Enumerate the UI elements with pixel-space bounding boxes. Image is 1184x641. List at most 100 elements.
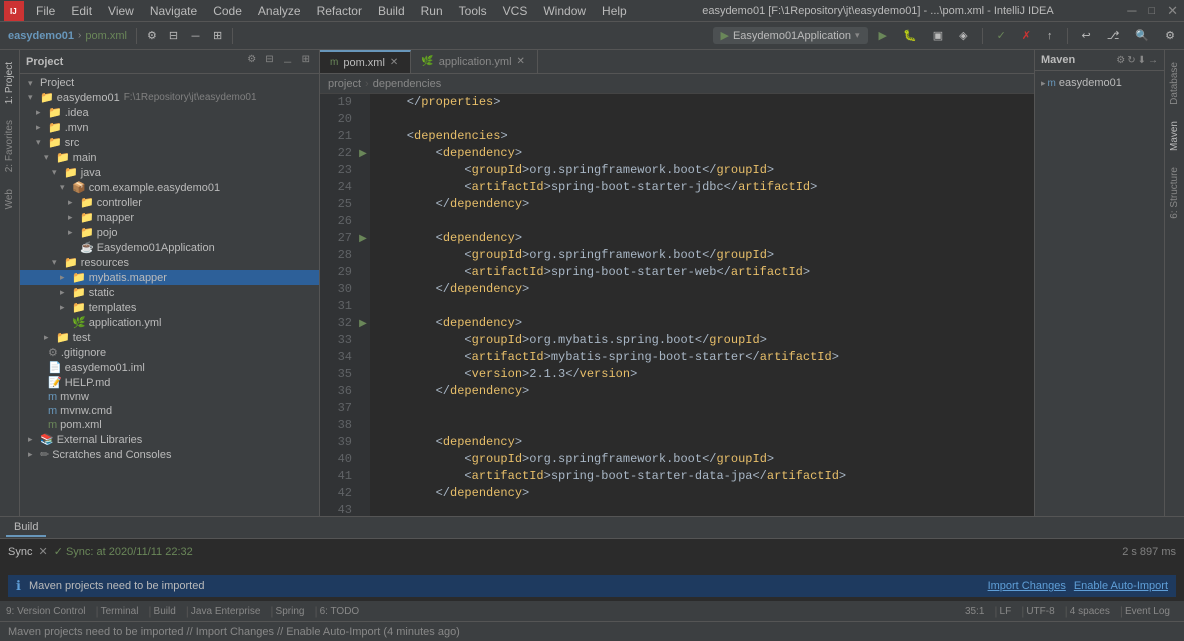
breadcrumb-project[interactable]: project <box>328 78 361 90</box>
menu-view[interactable]: View <box>100 2 142 20</box>
tree-helpmd[interactable]: 📝 HELP.md <box>20 375 319 390</box>
tree-pomxml[interactable]: m pom.xml <box>20 418 319 432</box>
tab-structure[interactable]: 6: Structure <box>1166 159 1183 227</box>
debug-btn[interactable]: 🐛 <box>898 27 922 44</box>
enable-auto-import-btn[interactable]: Enable Auto-Import <box>1074 580 1168 592</box>
maven-header: Maven ⚙ ↻ ⬇ → <box>1035 50 1164 71</box>
sync-close-btn[interactable]: ✕ <box>38 545 47 558</box>
menu-run[interactable]: Run <box>413 2 451 20</box>
maven-easydemo01[interactable]: ▸ m easydemo01 <box>1035 75 1164 91</box>
maven-gear-btn[interactable]: ⚙ <box>1116 55 1125 66</box>
tree-easydemo01-root[interactable]: ▾ 📁 easydemo01 F:\1Repository\jt\easydem… <box>20 90 319 105</box>
tree-templates[interactable]: ▸ 📁 templates <box>20 300 319 315</box>
gear-btn[interactable]: ⚙ <box>142 27 162 44</box>
tab-web[interactable]: Web <box>1 181 18 217</box>
tree-main[interactable]: ▾ 📁 main <box>20 150 319 165</box>
tree-resources[interactable]: ▾ 📁 resources <box>20 255 319 270</box>
tree-idea[interactable]: ▸ 📁 .idea <box>20 105 319 120</box>
tab-database[interactable]: Database <box>1166 54 1183 113</box>
settings-btn[interactable]: ⚙ <box>1160 27 1180 44</box>
expand-btn[interactable]: ⊞ <box>208 27 227 44</box>
menu-tools[interactable]: Tools <box>451 2 495 20</box>
split-btn[interactable]: ⊟ <box>164 27 183 44</box>
tree-mapper[interactable]: ▸ 📁 mapper <box>20 210 319 225</box>
code-editor[interactable]: 19 20 21 22 23 24 25 26 27 28 29 30 31 3… <box>320 94 1034 516</box>
git-btn[interactable]: ⎇ <box>1102 27 1125 44</box>
tab-maven[interactable]: Maven <box>1166 113 1183 159</box>
tree-scratches[interactable]: ▸ ✏ Scratches and Consoles <box>20 447 319 462</box>
status-build[interactable]: Build <box>154 606 176 617</box>
pom-label[interactable]: pom.xml <box>85 30 127 42</box>
status-todo[interactable]: 6: TODO <box>320 606 360 617</box>
menu-code[interactable]: Code <box>205 2 250 20</box>
maven-arrow-btn[interactable]: → <box>1148 55 1158 66</box>
tree-controller[interactable]: ▸ 📁 controller <box>20 195 319 210</box>
event-log-btn[interactable]: Event Log <box>1125 606 1170 617</box>
tree-pojo[interactable]: ▸ 📁 pojo <box>20 225 319 240</box>
status-encoding[interactable]: UTF-8 <box>1026 606 1054 617</box>
tree-src[interactable]: ▾ 📁 src <box>20 135 319 150</box>
java-label: java <box>81 167 101 179</box>
minus-btn[interactable]: － <box>185 26 206 46</box>
tree-java[interactable]: ▾ 📁 java <box>20 165 319 180</box>
menu-analyze[interactable]: Analyze <box>250 2 309 20</box>
proj-gear-btn[interactable]: ⚙ <box>244 53 259 70</box>
tree-mvn[interactable]: ▸ 📁 .mvn <box>20 120 319 135</box>
tree-iml[interactable]: 📄 easydemo01.iml <box>20 360 319 375</box>
maven-sync-btn[interactable]: ↻ <box>1127 55 1135 66</box>
profile-btn[interactable]: ◈ <box>954 27 972 44</box>
run-config-selector[interactable]: ▶ Easydemo01Application ▾ <box>713 27 868 44</box>
code-content[interactable]: </properties> <dependencies> <dependency… <box>370 94 1034 516</box>
tab-project[interactable]: 1: Project <box>1 54 18 112</box>
menu-build[interactable]: Build <box>370 2 413 20</box>
tree-application-yml[interactable]: 🌿 application.yml <box>20 315 319 330</box>
menu-refactor[interactable]: Refactor <box>309 2 370 20</box>
status-terminal[interactable]: Terminal <box>101 606 139 617</box>
yml-tab-close[interactable]: ✕ <box>517 56 525 67</box>
tree-ext-libs[interactable]: ▸ 📚 External Libraries <box>20 432 319 447</box>
tree-package[interactable]: ▾ 📦 com.example.easydemo01 <box>20 180 319 195</box>
vcs-checkmark[interactable]: ✓ <box>992 27 1011 44</box>
menu-vcs[interactable]: VCS <box>495 2 536 20</box>
status-java-enterprise[interactable]: Java Enterprise <box>191 606 260 617</box>
tree-gitignore[interactable]: ⚙ .gitignore <box>20 345 319 360</box>
tree-mvnw[interactable]: m mvnw <box>20 390 319 404</box>
search-btn[interactable]: 🔍 <box>1130 27 1154 44</box>
tab-pom-xml[interactable]: m pom.xml ✕ <box>320 50 411 73</box>
menu-help[interactable]: Help <box>594 2 635 20</box>
undo-btn[interactable]: ↩ <box>1077 27 1096 44</box>
menu-navigate[interactable]: Navigate <box>142 2 205 20</box>
run-btn[interactable]: ▶ <box>874 27 892 44</box>
import-changes-btn[interactable]: Import Changes <box>988 580 1066 592</box>
tab-application-yml[interactable]: 🌿 application.yml ✕ <box>411 50 538 73</box>
vcs-push[interactable]: ↑ <box>1042 28 1058 44</box>
status-line-ending[interactable]: LF <box>1000 606 1012 617</box>
coverage-btn[interactable]: ▣ <box>928 27 948 44</box>
maximize-btn[interactable]: □ <box>1142 5 1161 17</box>
line-numbers: 19 20 21 22 23 24 25 26 27 28 29 30 31 3… <box>320 94 356 516</box>
tree-mybatis-mapper[interactable]: ▸ 📁 mybatis.mapper <box>20 270 319 285</box>
pom-tab-close[interactable]: ✕ <box>390 57 398 68</box>
tab-favorites[interactable]: 2: Favorites <box>1 112 18 180</box>
maven-download-btn[interactable]: ⬇ <box>1138 55 1146 66</box>
close-btn[interactable]: ✕ <box>1161 3 1184 19</box>
bottom-tab-build[interactable]: Build <box>6 519 46 537</box>
tree-test[interactable]: ▸ 📁 test <box>20 330 319 345</box>
vcs-x[interactable]: ✗ <box>1017 27 1036 44</box>
tree-static[interactable]: ▸ 📁 static <box>20 285 319 300</box>
tree-project-dropdown[interactable]: ▾ Project <box>20 76 319 90</box>
minimize-btn[interactable]: ─ <box>1121 3 1142 18</box>
tree-mvnwcmd[interactable]: m mvnw.cmd <box>20 404 319 418</box>
proj-minus-btn[interactable]: － <box>280 53 296 70</box>
proj-split-btn[interactable]: ⊟ <box>262 53 276 70</box>
proj-expand-btn[interactable]: ⊞ <box>299 53 313 70</box>
menu-file[interactable]: File <box>28 2 63 20</box>
resources-icon: 📁 <box>64 256 78 269</box>
status-spaces[interactable]: 4 spaces <box>1070 606 1110 617</box>
breadcrumb-dependencies[interactable]: dependencies <box>373 78 442 90</box>
menu-window[interactable]: Window <box>535 2 594 20</box>
status-spring[interactable]: Spring <box>276 606 305 617</box>
menu-edit[interactable]: Edit <box>63 2 100 20</box>
tree-app-class[interactable]: ☕ Easydemo01Application <box>20 240 319 255</box>
status-vcs[interactable]: 9: Version Control <box>6 606 86 617</box>
